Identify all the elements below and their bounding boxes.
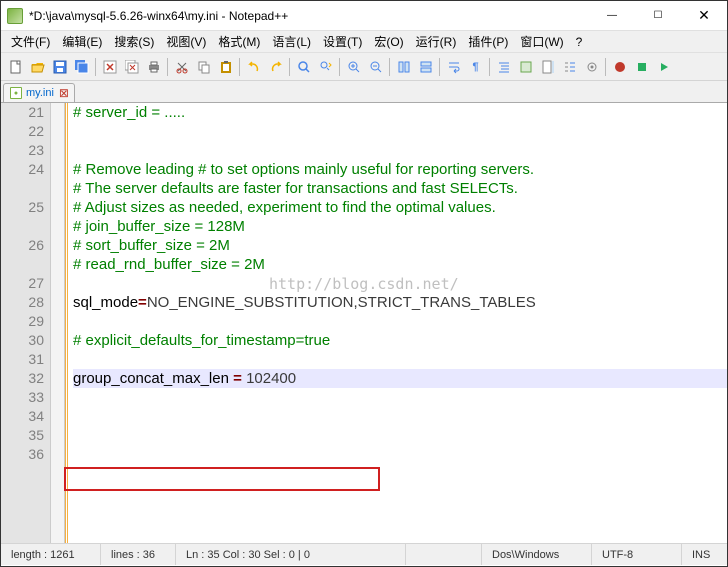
show-all-chars-icon[interactable]: ¶ (465, 56, 486, 77)
open-file-icon[interactable] (27, 56, 48, 77)
status-length: length : 1261 (1, 544, 101, 565)
code-line[interactable]: # server_id = ..... (73, 103, 727, 122)
window-title: *D:\java\mysql-5.6.26-winx64\my.ini - No… (29, 9, 589, 23)
toolbar-separator (289, 58, 290, 76)
zoom-in-icon[interactable] (343, 56, 364, 77)
status-mode[interactable]: INS (682, 544, 727, 565)
code-line[interactable] (73, 388, 727, 407)
replace-icon[interactable] (315, 56, 336, 77)
func-list-icon[interactable] (559, 56, 580, 77)
new-file-icon[interactable] (5, 56, 26, 77)
statusbar: length : 1261 lines : 36 Ln : 35 Col : 3… (1, 543, 727, 565)
code-line[interactable]: # explicit_defaults_for_timestamp=true (73, 331, 727, 350)
record-macro-icon[interactable] (609, 56, 630, 77)
close-file-icon[interactable] (99, 56, 120, 77)
code-line[interactable]: # sort_buffer_size = 2M (73, 236, 727, 255)
app-icon (7, 8, 23, 24)
code-line[interactable]: # Adjust sizes as needed, experiment to … (73, 198, 727, 217)
code-line[interactable] (73, 312, 727, 331)
save-icon[interactable] (49, 56, 70, 77)
wordwrap-icon[interactable] (443, 56, 464, 77)
code-line[interactable] (73, 141, 727, 160)
toolbar-separator (95, 58, 96, 76)
file-icon: ● (10, 87, 22, 99)
code-line[interactable]: sql_mode=NO_ENGINE_SUBSTITUTION,STRICT_T… (73, 293, 727, 312)
udl-icon[interactable] (515, 56, 536, 77)
toolbar-separator (339, 58, 340, 76)
tab-close-icon[interactable]: ⊠ (58, 86, 70, 100)
menu-file[interactable]: 文件(F) (5, 31, 56, 52)
toolbar-separator (239, 58, 240, 76)
toolbar-separator (389, 58, 390, 76)
toolbar-separator (605, 58, 606, 76)
toolbar-separator (489, 58, 490, 76)
doc-map-icon[interactable] (537, 56, 558, 77)
menu-window[interactable]: 窗口(W) (514, 31, 569, 52)
indent-guide-icon[interactable] (493, 56, 514, 77)
status-encoding[interactable]: UTF-8 (592, 544, 682, 565)
code-line[interactable]: # The server defaults are faster for tra… (73, 179, 727, 198)
tab-label: my.ini (26, 87, 54, 99)
toolbar-separator (439, 58, 440, 76)
sync-v-icon[interactable] (393, 56, 414, 77)
print-icon[interactable] (143, 56, 164, 77)
code-line[interactable] (73, 274, 727, 293)
highlight-box (64, 467, 380, 491)
close-all-icon[interactable] (121, 56, 142, 77)
menu-lang[interactable]: 语言(L) (266, 31, 317, 52)
cut-icon[interactable] (171, 56, 192, 77)
line-number-gutter: 21222324252627282930313233343536 (1, 103, 51, 543)
play-macro-icon[interactable] (653, 56, 674, 77)
status-eol[interactable]: Dos\Windows (482, 544, 592, 565)
zoom-out-icon[interactable] (365, 56, 386, 77)
minimize-button[interactable]: — (589, 1, 635, 31)
code-line[interactable]: group_concat_max_len = 102400 (73, 369, 727, 388)
stop-macro-icon[interactable] (631, 56, 652, 77)
menu-help[interactable]: ? (570, 33, 589, 51)
find-icon[interactable] (293, 56, 314, 77)
status-position: Ln : 35 Col : 30 Sel : 0 | 0 (176, 544, 406, 565)
maximize-button[interactable]: ☐ (635, 1, 681, 31)
undo-icon[interactable] (243, 56, 264, 77)
tabbar: ● my.ini ⊠ (1, 81, 727, 103)
menu-view[interactable]: 视图(V) (160, 31, 212, 52)
code-line[interactable]: # read_rnd_buffer_size = 2M (73, 255, 727, 274)
menu-run[interactable]: 运行(R) (410, 31, 463, 52)
fold-margin (51, 103, 65, 543)
status-lines: lines : 36 (101, 544, 176, 565)
close-button[interactable]: ✕ (681, 1, 727, 31)
sync-h-icon[interactable] (415, 56, 436, 77)
folder-workspace-icon[interactable] (581, 56, 602, 77)
redo-icon[interactable] (265, 56, 286, 77)
menu-plugins[interactable]: 插件(P) (462, 31, 514, 52)
code-line[interactable] (73, 350, 727, 369)
menu-settings[interactable]: 设置(T) (317, 31, 368, 52)
titlebar: *D:\java\mysql-5.6.26-winx64\my.ini - No… (1, 1, 727, 31)
paste-icon[interactable] (215, 56, 236, 77)
menu-format[interactable]: 格式(M) (212, 31, 266, 52)
file-tab[interactable]: ● my.ini ⊠ (3, 83, 75, 102)
code-line[interactable]: # join_buffer_size = 128M (73, 217, 727, 236)
menu-edit[interactable]: 编辑(E) (56, 31, 108, 52)
menu-macro[interactable]: 宏(O) (368, 31, 409, 52)
code-line[interactable] (73, 122, 727, 141)
code-line[interactable]: # Remove leading # to set options mainly… (73, 160, 727, 179)
toolbar-separator (167, 58, 168, 76)
save-all-icon[interactable] (71, 56, 92, 77)
editor[interactable]: 21222324252627282930313233343536 http://… (1, 103, 727, 543)
copy-icon[interactable] (193, 56, 214, 77)
toolbar: ¶ (1, 53, 727, 81)
menu-search[interactable]: 搜索(S) (108, 31, 160, 52)
menubar: 文件(F) 编辑(E) 搜索(S) 视图(V) 格式(M) 语言(L) 设置(T… (1, 31, 727, 53)
